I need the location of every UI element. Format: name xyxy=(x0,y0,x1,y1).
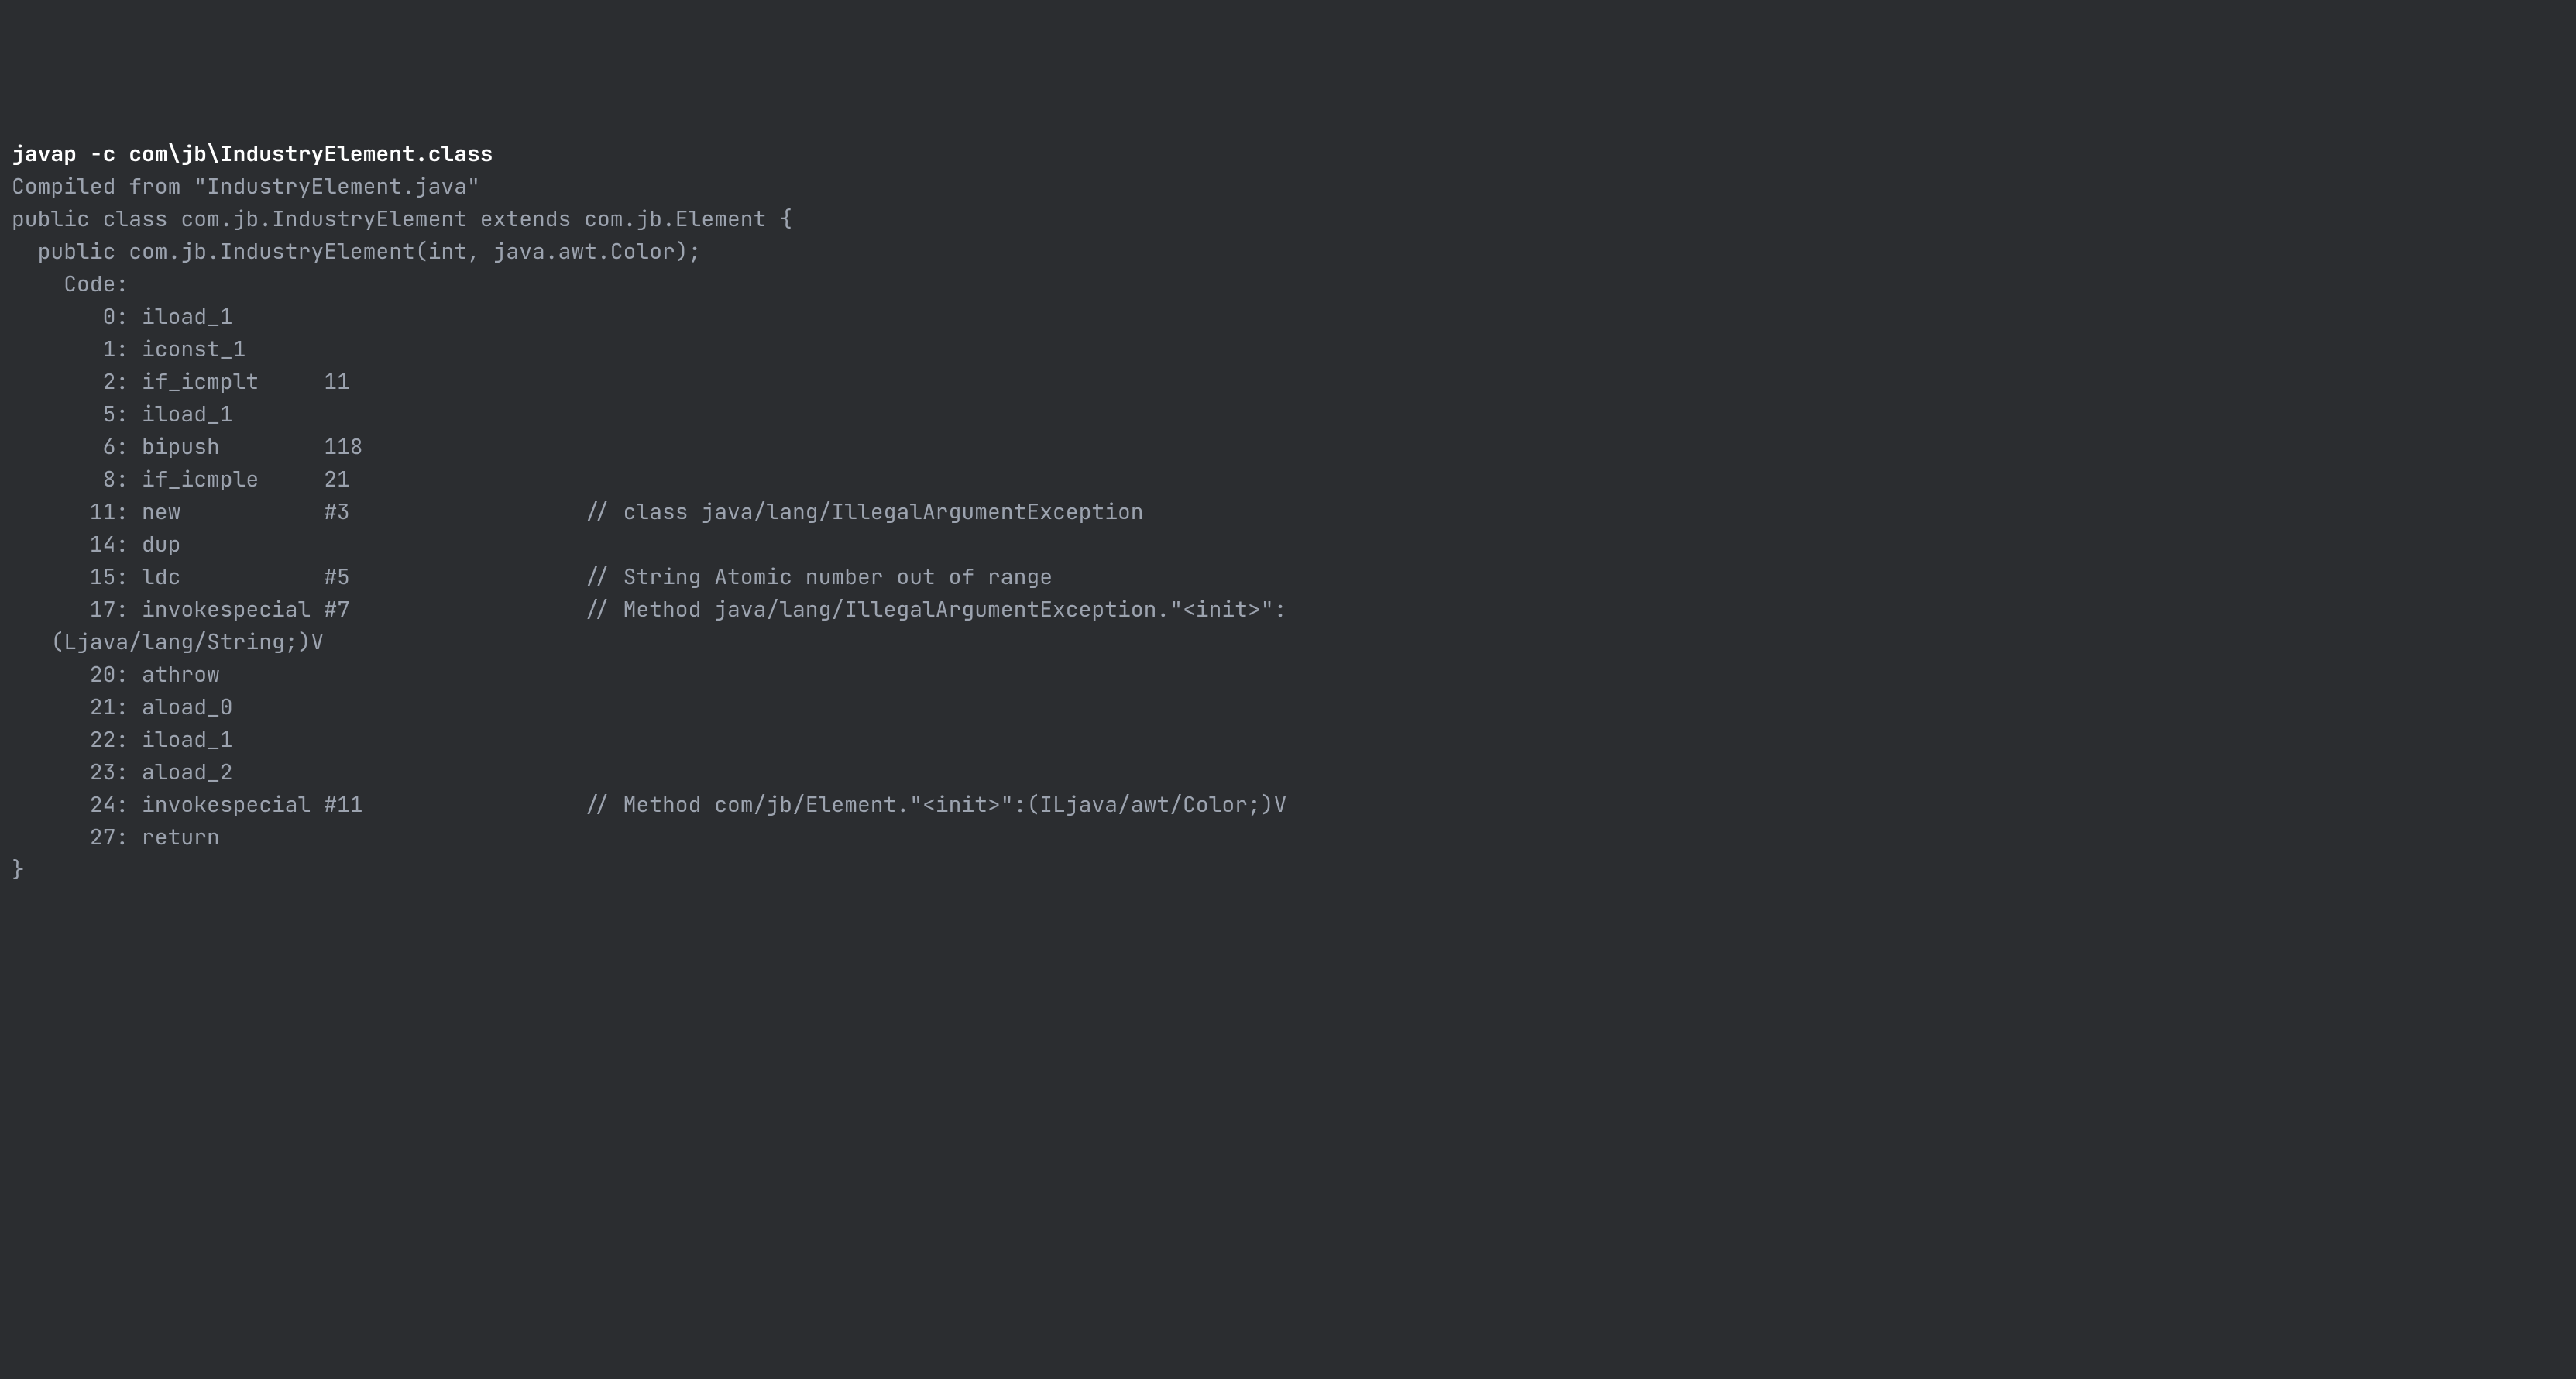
bytecode-instruction: 23: aload_2 xyxy=(12,758,233,786)
bytecode-instruction: 6: bipush 118 xyxy=(12,432,363,461)
bytecode-instruction: 17: invokespecial #7 // Method java/lang… xyxy=(12,595,1286,624)
command-line: javap -c com\jb\IndustryElement.class xyxy=(12,139,493,168)
bytecode-instruction: 14: dup xyxy=(12,530,180,559)
bytecode-instruction: 0: iload_1 xyxy=(12,302,233,331)
compiled-from-line: Compiled from "IndustryElement.java" xyxy=(12,172,480,201)
class-declaration: public class com.jb.IndustryElement exte… xyxy=(12,205,792,233)
terminal-output[interactable]: javap -c com\jb\IndustryElement.class Co… xyxy=(12,138,2564,886)
bytecode-instruction: 20: athrow xyxy=(12,660,220,689)
bytecode-instruction: 5: iload_1 xyxy=(12,400,233,428)
bytecode-instruction: 24: invokespecial #11 // Method com/jb/E… xyxy=(12,790,1286,819)
bytecode-instruction: 1: iconst_1 xyxy=(12,335,246,363)
bytecode-instruction: 27: return xyxy=(12,823,220,851)
bytecode-instruction: 8: if_icmple 21 xyxy=(12,465,350,493)
bytecode-instruction: 22: iload_1 xyxy=(12,725,233,754)
closing-brace: } xyxy=(12,855,25,884)
bytecode-instruction: 11: new #3 // class java/lang/IllegalArg… xyxy=(12,497,1144,526)
code-label: Code: xyxy=(12,270,129,298)
bytecode-instruction: 15: ldc #5 // String Atomic number out o… xyxy=(12,562,1053,591)
bytecode-instruction-continuation: (Ljava/lang/String;)V xyxy=(12,628,324,656)
bytecode-instruction: 21: aload_0 xyxy=(12,693,233,721)
bytecode-instruction: 2: if_icmplt 11 xyxy=(12,367,350,396)
constructor-declaration: public com.jb.IndustryElement(int, java.… xyxy=(12,237,701,266)
